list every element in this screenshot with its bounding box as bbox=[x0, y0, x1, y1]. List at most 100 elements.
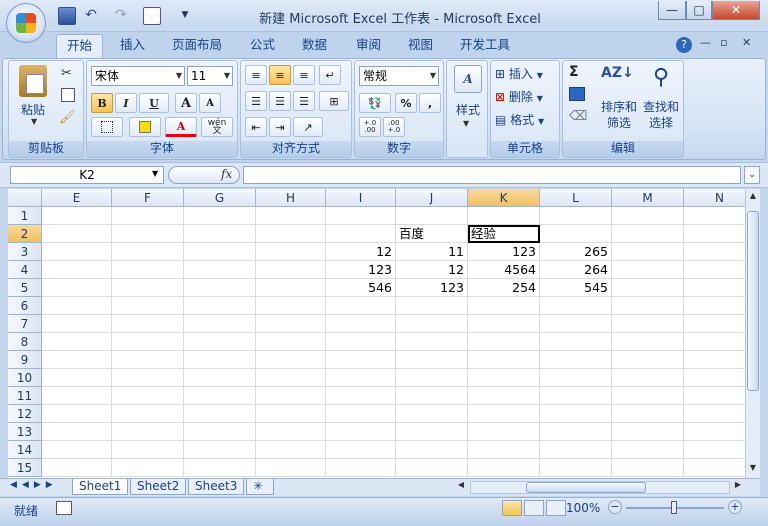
row-header[interactable]: 12 bbox=[8, 405, 42, 423]
cell-f10[interactable] bbox=[112, 369, 184, 387]
page-layout-view-icon[interactable] bbox=[524, 500, 544, 516]
cell-l7[interactable] bbox=[540, 315, 612, 333]
cell-n14[interactable] bbox=[684, 441, 745, 459]
close-button[interactable]: ✕ bbox=[712, 1, 760, 20]
cell-i2[interactable] bbox=[326, 225, 396, 243]
cell-f13[interactable] bbox=[112, 423, 184, 441]
cell-i3[interactable]: 12 bbox=[326, 243, 396, 261]
cell-e15[interactable] bbox=[42, 459, 112, 477]
increase-decimal-button[interactable]: +.0 .00 bbox=[359, 117, 381, 137]
cell-m3[interactable] bbox=[612, 243, 684, 261]
cell-n7[interactable] bbox=[684, 315, 745, 333]
page-break-view-icon[interactable] bbox=[546, 500, 566, 516]
sort-filter-button[interactable]: 排序和 筛选 bbox=[599, 99, 639, 131]
cell-f8[interactable] bbox=[112, 333, 184, 351]
cell-l8[interactable] bbox=[540, 333, 612, 351]
cell-e8[interactable] bbox=[42, 333, 112, 351]
cell-e10[interactable] bbox=[42, 369, 112, 387]
cell-f9[interactable] bbox=[112, 351, 184, 369]
align-right-icon[interactable]: ☰ bbox=[293, 91, 315, 111]
cell-j2[interactable]: 百度 bbox=[396, 225, 468, 243]
cell-i5[interactable]: 546 bbox=[326, 279, 396, 297]
sheet-nav-icons[interactable]: ◀◀▶▶ bbox=[10, 480, 58, 490]
cell-j9[interactable] bbox=[396, 351, 468, 369]
cell-k5[interactable]: 254 bbox=[468, 279, 540, 297]
styles-button[interactable]: 样式 bbox=[449, 101, 487, 118]
sheet-tab-3[interactable]: Sheet3 bbox=[188, 479, 245, 495]
row-header[interactable]: 2 bbox=[8, 225, 42, 243]
cell-g9[interactable] bbox=[184, 351, 256, 369]
cell-n10[interactable] bbox=[684, 369, 745, 387]
underline-button[interactable]: U bbox=[139, 93, 169, 113]
minimize-button[interactable]: — bbox=[658, 1, 686, 20]
help-icon[interactable]: ? bbox=[676, 37, 692, 53]
tab-review[interactable]: 审阅 bbox=[346, 34, 391, 58]
cell-m5[interactable] bbox=[612, 279, 684, 297]
font-size-select[interactable]: 11 ▼ bbox=[187, 66, 233, 86]
cell-m4[interactable] bbox=[612, 261, 684, 279]
cell-l12[interactable] bbox=[540, 405, 612, 423]
cell-m13[interactable] bbox=[612, 423, 684, 441]
autosum-icon[interactable]: Σ bbox=[569, 64, 579, 80]
tab-data[interactable]: 数据 bbox=[292, 34, 337, 58]
cell-m9[interactable] bbox=[612, 351, 684, 369]
cell-j8[interactable] bbox=[396, 333, 468, 351]
row-header[interactable]: 11 bbox=[8, 387, 42, 405]
cell-i13[interactable] bbox=[326, 423, 396, 441]
cell-m11[interactable] bbox=[612, 387, 684, 405]
fill-color-button[interactable] bbox=[129, 117, 161, 137]
cell-j14[interactable] bbox=[396, 441, 468, 459]
name-box-dropdown-icon[interactable]: ▼ bbox=[152, 169, 158, 178]
insert-cells-button[interactable]: ⊞ 插入 ▼ bbox=[495, 65, 543, 82]
paste-dropdown-icon[interactable]: ▼ bbox=[31, 117, 37, 126]
cell-e6[interactable] bbox=[42, 297, 112, 315]
zoom-out-icon[interactable]: − bbox=[608, 500, 622, 514]
cell-n4[interactable] bbox=[684, 261, 745, 279]
increase-indent-icon[interactable]: ⇥ bbox=[269, 117, 291, 137]
cell-h6[interactable] bbox=[256, 297, 326, 315]
cell-k9[interactable] bbox=[468, 351, 540, 369]
tab-page-layout[interactable]: 页面布局 bbox=[162, 34, 232, 58]
cell-e1[interactable] bbox=[42, 207, 112, 225]
cell-f5[interactable] bbox=[112, 279, 184, 297]
office-button[interactable] bbox=[6, 3, 46, 43]
paste-button[interactable]: 粘贴 bbox=[15, 101, 51, 118]
cell-n6[interactable] bbox=[684, 297, 745, 315]
cell-f4[interactable] bbox=[112, 261, 184, 279]
row-header[interactable]: 5 bbox=[8, 279, 42, 297]
cell-f14[interactable] bbox=[112, 441, 184, 459]
cell-f11[interactable] bbox=[112, 387, 184, 405]
cell-j1[interactable] bbox=[396, 207, 468, 225]
italic-button[interactable]: I bbox=[115, 93, 137, 113]
expand-formula-bar-icon[interactable]: ⌄ bbox=[744, 166, 760, 184]
align-top-icon[interactable]: ≡ bbox=[245, 65, 267, 85]
cell-e14[interactable] bbox=[42, 441, 112, 459]
cell-g13[interactable] bbox=[184, 423, 256, 441]
row-header[interactable]: 15 bbox=[8, 459, 42, 477]
cell-n11[interactable] bbox=[684, 387, 745, 405]
cell-k6[interactable] bbox=[468, 297, 540, 315]
scroll-down-icon[interactable]: ▼ bbox=[747, 463, 759, 473]
cell-g12[interactable] bbox=[184, 405, 256, 423]
tab-formulas[interactable]: 公式 bbox=[240, 34, 285, 58]
cell-i9[interactable] bbox=[326, 351, 396, 369]
format-painter-icon[interactable]: 🖌 bbox=[59, 110, 76, 125]
decrease-indent-icon[interactable]: ⇤ bbox=[245, 117, 267, 137]
cell-m6[interactable] bbox=[612, 297, 684, 315]
cell-j7[interactable] bbox=[396, 315, 468, 333]
zoom-slider-thumb[interactable] bbox=[671, 501, 677, 514]
column-header[interactable]: M bbox=[612, 189, 684, 207]
cell-j11[interactable] bbox=[396, 387, 468, 405]
print-preview-icon[interactable] bbox=[143, 7, 161, 25]
column-header[interactable]: L bbox=[540, 189, 612, 207]
cell-k8[interactable] bbox=[468, 333, 540, 351]
delete-cells-button[interactable]: ⊠ 删除 ▼ bbox=[495, 88, 543, 105]
row-header[interactable]: 13 bbox=[8, 423, 42, 441]
cut-icon[interactable]: ✂ bbox=[61, 66, 72, 81]
cell-h8[interactable] bbox=[256, 333, 326, 351]
cell-k4[interactable]: 4564 bbox=[468, 261, 540, 279]
cell-l10[interactable] bbox=[540, 369, 612, 387]
column-header[interactable]: E bbox=[42, 189, 112, 207]
horizontal-scrollbar[interactable] bbox=[470, 481, 730, 494]
zoom-level[interactable]: 100% bbox=[566, 501, 600, 515]
